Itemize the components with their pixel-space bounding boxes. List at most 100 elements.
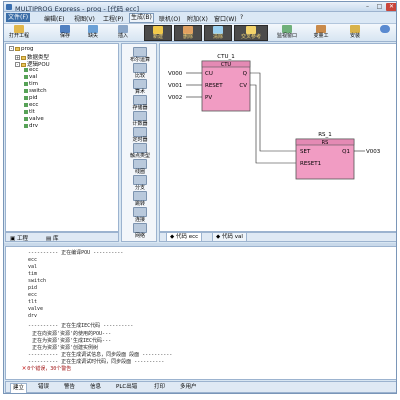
tree-item[interactable]: pid — [24, 95, 38, 101]
folder-icon — [21, 62, 26, 67]
cross-reference-icon — [246, 26, 256, 34]
output-line: switch — [28, 278, 47, 284]
menu-project[interactable]: 工程(P) — [103, 14, 123, 23]
output-line: ecc — [28, 292, 38, 298]
tree-item[interactable]: switch — [24, 88, 47, 94]
variable-tool-button[interactable]: 变量工 — [308, 25, 334, 41]
palette-item[interactable]: 跳转 — [124, 191, 156, 207]
missing-button[interactable]: 缺失 — [84, 25, 102, 41]
maximize-icon[interactable]: □ — [374, 3, 385, 11]
install-button[interactable]: 安装 — [344, 25, 366, 41]
menu-build[interactable]: 生成(B) — [129, 13, 154, 23]
menu-view[interactable]: 视图(V) — [74, 14, 95, 23]
tab-code-ecc[interactable]: ◆ 代码 ecc — [166, 233, 203, 242]
tree-item[interactable]: ecc — [24, 67, 38, 73]
minimize-icon[interactable]: – — [362, 3, 373, 11]
help-icon — [380, 25, 390, 33]
ctu-instance-label: CTU_1 — [217, 54, 234, 60]
ctu-input-cu: CU — [205, 71, 213, 77]
clear-button[interactable]: 清除 — [204, 25, 232, 41]
tab-plc-error[interactable]: PLC出错 — [114, 383, 139, 392]
tab-code-val[interactable]: ◆ 代码 val — [212, 233, 247, 242]
rs-block[interactable]: RS_1 RS SET RESET1 Q1 — [295, 132, 355, 180]
palette-item[interactable]: 算术 — [124, 79, 156, 95]
palette-item[interactable]: 布尔运算 — [124, 47, 156, 63]
new-file-icon — [153, 26, 163, 34]
memory-icon — [133, 95, 147, 105]
wire-q-to-set — [250, 72, 296, 152]
tab-library[interactable]: ▤ 库 — [46, 234, 58, 242]
tab-print[interactable]: 打印 — [152, 383, 167, 392]
tree-item[interactable]: drv — [24, 123, 38, 129]
tab-info[interactable]: 信息 — [88, 383, 103, 392]
menu-bar: 文件(F) 编辑(E) 视图(V) 工程(P) 生成(B) 联机(O) 附加(X… — [4, 12, 396, 24]
tree-item[interactable]: valve — [24, 116, 44, 122]
menu-window[interactable]: 窗口(W) — [214, 14, 237, 23]
code-icon: ◆ — [216, 234, 221, 240]
tab-build[interactable]: 建立 — [10, 383, 28, 393]
menu-edit[interactable]: 编辑(E) — [44, 14, 64, 23]
watch-window-button[interactable]: 监视窗口 — [272, 25, 302, 41]
pou-icon — [24, 116, 28, 121]
palette-item[interactable]: 计数器 — [124, 111, 156, 127]
fbd-editor[interactable]: CTU_1 CTU CU RESET PV Q CV V000 V001 V00… — [159, 43, 396, 232]
palette-item[interactable]: 存储器 — [124, 95, 156, 111]
palette-item[interactable]: 分支 — [124, 175, 156, 191]
var-v002[interactable]: V002 — [168, 95, 182, 101]
timer-icon — [133, 127, 147, 137]
new-button[interactable]: 新建 — [144, 25, 172, 41]
tree-root[interactable]: - prog — [9, 46, 34, 52]
cross-reference-button[interactable]: 交叉参考 — [234, 25, 268, 41]
project-icon: ▣ — [10, 236, 16, 242]
compare-icon — [133, 63, 147, 73]
toolbar: 打开工程 保存 缺失 插入 新建 删除 清除 交叉参考 监视窗口 变量工 安装 — [4, 24, 396, 42]
palette-item[interactable]: 定时器 — [124, 127, 156, 143]
folder-icon — [15, 46, 20, 51]
output-line: tlt — [28, 299, 38, 305]
pou-icon — [24, 67, 28, 72]
code-icon: ◆ — [170, 234, 175, 240]
output-line: val — [28, 264, 38, 270]
clear-icon — [213, 26, 223, 34]
pou-icon — [24, 109, 28, 114]
tab-errors[interactable]: 错误 — [36, 383, 51, 392]
delete-button[interactable]: 删除 — [174, 25, 202, 41]
tree-item[interactable]: tim — [24, 81, 38, 87]
var-v000[interactable]: V000 — [168, 71, 183, 77]
output-line: tim — [28, 271, 38, 277]
menu-file[interactable]: 文件(F) — [6, 13, 31, 22]
palette-item[interactable]: 连接 — [124, 207, 156, 223]
palette-item[interactable]: 线圈 — [124, 159, 156, 175]
collapse-icon[interactable]: - — [9, 46, 14, 51]
insert-button[interactable]: 插入 — [114, 25, 132, 41]
close-icon[interactable]: ✕ — [386, 3, 396, 11]
connect-icon — [133, 207, 147, 217]
save-button[interactable]: 保存 — [56, 25, 74, 41]
palette-item[interactable]: 触点类型 — [124, 143, 156, 159]
pou-icon — [24, 123, 28, 128]
ctu-block[interactable]: CTU_1 CTU CU RESET PV Q CV — [201, 54, 251, 112]
menu-help[interactable]: ? — [240, 14, 243, 21]
open-project-button[interactable]: 打开工程 — [6, 25, 32, 41]
tree-item[interactable]: tlt — [24, 109, 35, 115]
help-button[interactable] — [376, 25, 394, 41]
var-v003[interactable]: V003 — [366, 149, 381, 155]
palette-item[interactable]: 比较 — [124, 63, 156, 79]
tree-item[interactable]: val — [24, 74, 37, 80]
menu-extras[interactable]: 附加(X) — [187, 14, 208, 23]
ctu-output-q: Q — [243, 71, 248, 77]
tab-project[interactable]: ▣ 工程 — [10, 234, 28, 242]
var-v001[interactable]: V001 — [168, 83, 182, 89]
tab-multiuser[interactable]: 多用户 — [178, 383, 199, 392]
menu-online[interactable]: 联机(O) — [159, 14, 180, 23]
network-icon — [133, 223, 147, 233]
tab-warnings[interactable]: 警告 — [62, 383, 77, 392]
app-window: MULTIPROG Express - prog - [代码 ecc] – □ … — [3, 1, 397, 394]
ctu-input-pv: PV — [205, 95, 212, 101]
pou-icon — [24, 74, 28, 79]
palette-item[interactable]: 网络 — [124, 223, 156, 239]
tree-item[interactable]: ecc — [24, 102, 38, 108]
collapse-icon[interactable]: - — [15, 62, 20, 67]
error-x-icon: ✕ — [22, 364, 27, 372]
branch-icon — [133, 175, 147, 185]
